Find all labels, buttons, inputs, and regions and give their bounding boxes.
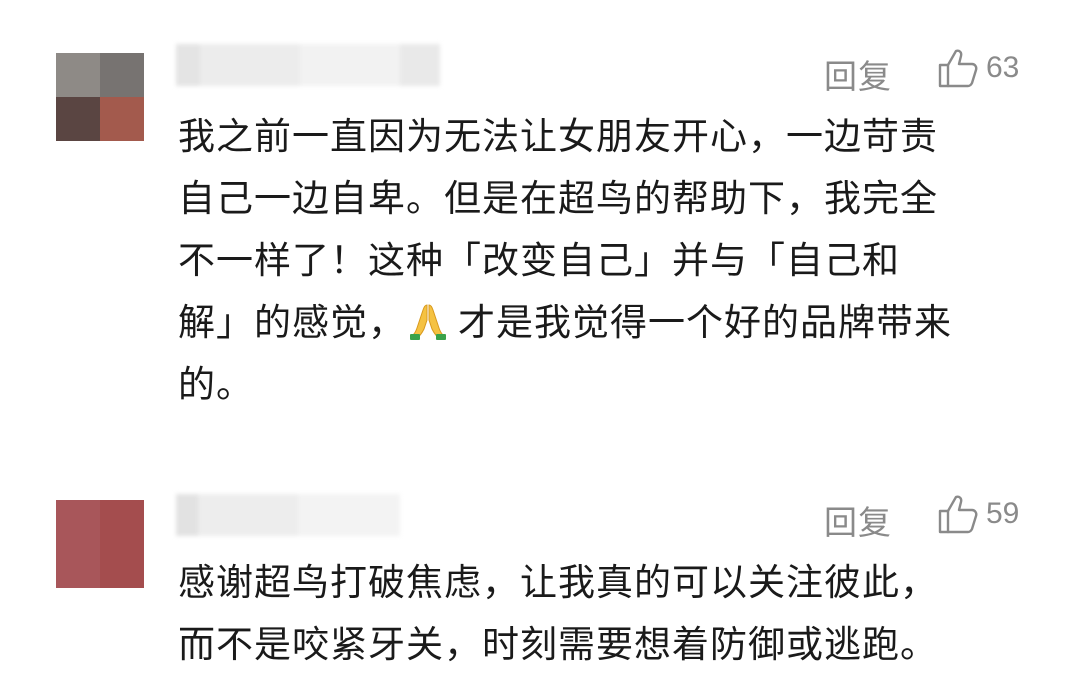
reply-button[interactable]: 回复 xyxy=(824,496,892,544)
like-count: 59 xyxy=(986,497,1020,530)
avatar-cell xyxy=(100,97,144,141)
comment-text: 感谢超鸟打破焦虑，让我真的可以关注彼此， 而不是咬紧牙关，时刻需要想着防御或逃跑… xyxy=(178,552,1018,676)
folded-hands-icon xyxy=(410,304,446,340)
comment-text: 我之前一直因为无法让女朋友开心，一边苛责 自己一边自卑。但是在超鸟的帮助下，我完… xyxy=(178,106,1018,416)
comment-text-line: 自己一边自卑。但是在超鸟的帮助下，我完全 xyxy=(178,177,938,220)
comment-text-line: 感谢超鸟打破焦虑，让我真的可以关注彼此， xyxy=(178,561,938,604)
thumbs-up-icon xyxy=(938,49,978,88)
like-count: 63 xyxy=(986,51,1020,84)
avatar[interactable] xyxy=(56,500,144,588)
avatar-cell xyxy=(56,53,100,97)
avatar-cell xyxy=(100,500,144,544)
like-button[interactable]: 59 xyxy=(936,492,1019,536)
reply-button[interactable]: 回复 xyxy=(824,50,892,98)
comment-text-line: 而不是咬紧牙关，时刻需要想着防御或逃跑。 xyxy=(178,623,938,666)
avatar-cell xyxy=(100,53,144,97)
comment-text-line: 的。 xyxy=(178,363,254,406)
comment-text-line: 解」的感觉， 才是我觉得一个好的品牌带来 xyxy=(178,292,1018,354)
comment-text-line: 我之前一直因为无法让女朋友开心，一边苛责 xyxy=(178,115,938,158)
username-blurred[interactable] xyxy=(176,494,400,536)
comment-text-line: 不一样了！这种「改变自己」并与「自己和 xyxy=(178,239,900,282)
avatar-cell xyxy=(56,544,100,588)
avatar-cell xyxy=(100,544,144,588)
like-button[interactable]: 63 xyxy=(936,46,1019,90)
avatar-cell xyxy=(56,97,100,141)
avatar[interactable] xyxy=(56,53,144,141)
comment-text-segment: 解」的感觉， xyxy=(178,301,406,344)
thumbs-up-icon xyxy=(938,495,978,534)
avatar-cell xyxy=(56,500,100,544)
username-blurred[interactable] xyxy=(176,44,440,86)
comment-text-segment: 才是我觉得一个好的品牌带来 xyxy=(458,301,952,344)
